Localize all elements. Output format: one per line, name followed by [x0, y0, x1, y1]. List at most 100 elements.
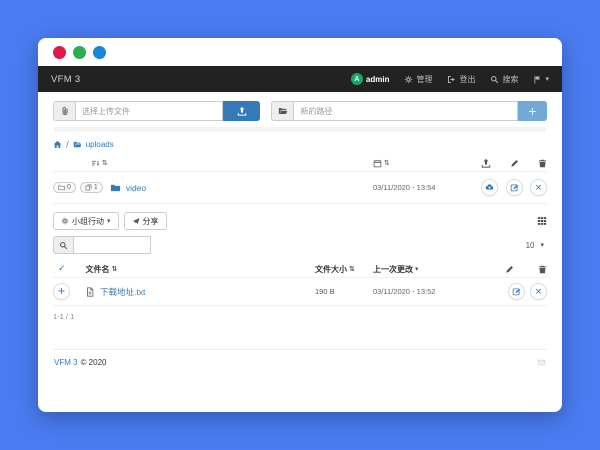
delete-file-button[interactable]: ×	[530, 283, 547, 300]
close-icon: ×	[535, 183, 543, 193]
nav-manage-label: 管理	[416, 74, 432, 85]
trash-icon[interactable]	[538, 159, 547, 168]
sign-out-icon	[447, 75, 456, 84]
upload-file-input[interactable]	[75, 101, 223, 121]
subfolder-count: 0	[67, 184, 71, 191]
upload-button[interactable]	[223, 101, 260, 121]
select-all-check-icon[interactable]: ✓	[58, 264, 66, 274]
plus-icon: +	[528, 105, 537, 118]
new-path-input[interactable]	[293, 101, 518, 121]
main-content: + / uploads ⇅	[38, 92, 562, 412]
nav-search-label: 搜索	[502, 74, 518, 85]
app-navbar: VFM 3 A admin 管理 登出 搜索 ▾	[38, 66, 562, 92]
filesize-column-header[interactable]: 文件大小 ⇅	[315, 264, 373, 275]
paper-plane-icon	[132, 217, 140, 225]
filesize-header-label: 文件大小	[315, 264, 347, 275]
download-folder-button[interactable]	[481, 179, 498, 196]
browser-window: VFM 3 A admin 管理 登出 搜索 ▾	[38, 38, 562, 412]
folders-table: ⇅ ⇅	[53, 155, 547, 204]
file-count: 1	[94, 184, 98, 191]
flag-icon	[533, 75, 542, 84]
modified-header-label: 上一次更改	[373, 264, 413, 275]
nav-search[interactable]: 搜索	[490, 74, 518, 85]
sort-icon: ⇅	[112, 265, 118, 273]
nav-logout-label: 登出	[459, 74, 475, 85]
file-link[interactable]: 下载地址.txt	[100, 286, 145, 298]
files-table-header: ✓ 文件名 ⇅ 文件大小 ⇅ 上一次更改 ▾	[53, 261, 547, 278]
edit-file-button[interactable]	[508, 283, 525, 300]
upload-to-folder-icon[interactable]	[481, 158, 491, 168]
nav-manage[interactable]: 管理	[404, 74, 432, 85]
filter-files-input[interactable]	[73, 236, 151, 254]
close-icon: ×	[535, 287, 543, 297]
minimize-window-dot[interactable]	[73, 46, 86, 59]
upload-icon	[237, 106, 247, 116]
gear-icon	[61, 217, 69, 225]
folder-open-icon	[73, 140, 82, 149]
footer-brand-link[interactable]: VFM 3	[54, 358, 78, 367]
upload-row: +	[53, 101, 547, 121]
paperclip-icon	[53, 101, 75, 121]
maximize-window-dot[interactable]	[93, 46, 106, 59]
add-folder-button[interactable]: +	[518, 101, 547, 121]
filename-header-label: 文件名	[86, 264, 110, 275]
copy-icon	[85, 184, 92, 191]
grid-view-icon[interactable]	[537, 216, 547, 226]
expand-file-button[interactable]: +	[53, 283, 70, 300]
file-row: + 下载地址.txt 190 B 03/11/2020 - 13:52 ×	[53, 278, 547, 306]
sort-name-header[interactable]: ⇅	[91, 159, 108, 168]
actions-toolbar: 小组行动 ▾ 分享	[53, 212, 547, 230]
window-titlebar	[38, 38, 562, 66]
files-table: ✓ 文件名 ⇅ 文件大小 ⇅ 上一次更改 ▾	[53, 261, 547, 321]
folder-open-icon	[271, 101, 293, 121]
gear-icon	[404, 75, 413, 84]
file-modified-date: 03/11/2020 - 13:52	[373, 287, 481, 296]
user-name: admin	[366, 75, 390, 84]
pencil-icon[interactable]	[505, 265, 514, 274]
breadcrumb-current-folder[interactable]: uploads	[86, 140, 114, 149]
upload-progress-bar	[53, 127, 547, 132]
language-menu[interactable]: ▾	[533, 75, 549, 84]
search-icon	[490, 75, 499, 84]
trash-icon[interactable]	[538, 265, 547, 274]
filename-column-header[interactable]: 文件名 ⇅	[86, 264, 118, 275]
group-actions-label: 小组行动	[72, 216, 104, 227]
sort-list-icon	[91, 159, 100, 168]
page-size-value: 10	[526, 241, 535, 250]
close-window-dot[interactable]	[53, 46, 66, 59]
user-avatar: A	[351, 73, 363, 85]
folder-icon	[58, 184, 65, 191]
pagination-range: 1-1 / 1	[53, 312, 547, 321]
plus-icon: +	[57, 286, 65, 297]
home-icon[interactable]	[53, 140, 62, 149]
folders-table-header: ⇅ ⇅	[53, 155, 547, 172]
modified-column-header[interactable]: 上一次更改 ▾	[373, 264, 481, 275]
breadcrumb-separator: /	[66, 140, 69, 149]
folder-row: 0 1 video 03/11/2020 - 13:54 ×	[53, 172, 547, 204]
sort-date-header[interactable]: ⇅	[373, 159, 481, 168]
delete-folder-button[interactable]: ×	[530, 179, 547, 196]
search-icon	[53, 236, 73, 254]
sort-icon: ⇅	[384, 159, 390, 167]
group-actions-button[interactable]: 小组行动 ▾	[53, 212, 119, 230]
chevron-down-icon: ▾	[540, 241, 544, 249]
share-button[interactable]: 分享	[124, 212, 167, 230]
folder-link[interactable]: video	[126, 183, 146, 193]
file-size: 190 B	[315, 287, 373, 296]
nav-logout[interactable]: 登出	[447, 74, 475, 85]
chevron-down-icon: ▾	[545, 75, 549, 83]
edit-folder-button[interactable]	[506, 179, 523, 196]
calendar-icon	[373, 159, 382, 168]
sort-icon: ⇅	[349, 265, 355, 273]
page-size-select[interactable]: 10 ▾	[526, 241, 547, 250]
app-brand[interactable]: VFM 3	[51, 74, 80, 85]
file-text-icon	[85, 287, 95, 297]
footer-copyright: © 2020	[81, 358, 107, 367]
user-menu[interactable]: A admin	[351, 73, 390, 85]
pencil-icon[interactable]	[510, 159, 519, 168]
search-row: 10 ▾	[53, 236, 547, 254]
folder-icon	[110, 182, 121, 193]
sort-icon: ⇅	[102, 159, 108, 167]
page-footer: VFM 3 © 2020	[53, 349, 547, 367]
folder-modified-date: 03/11/2020 - 13:54	[373, 183, 481, 192]
